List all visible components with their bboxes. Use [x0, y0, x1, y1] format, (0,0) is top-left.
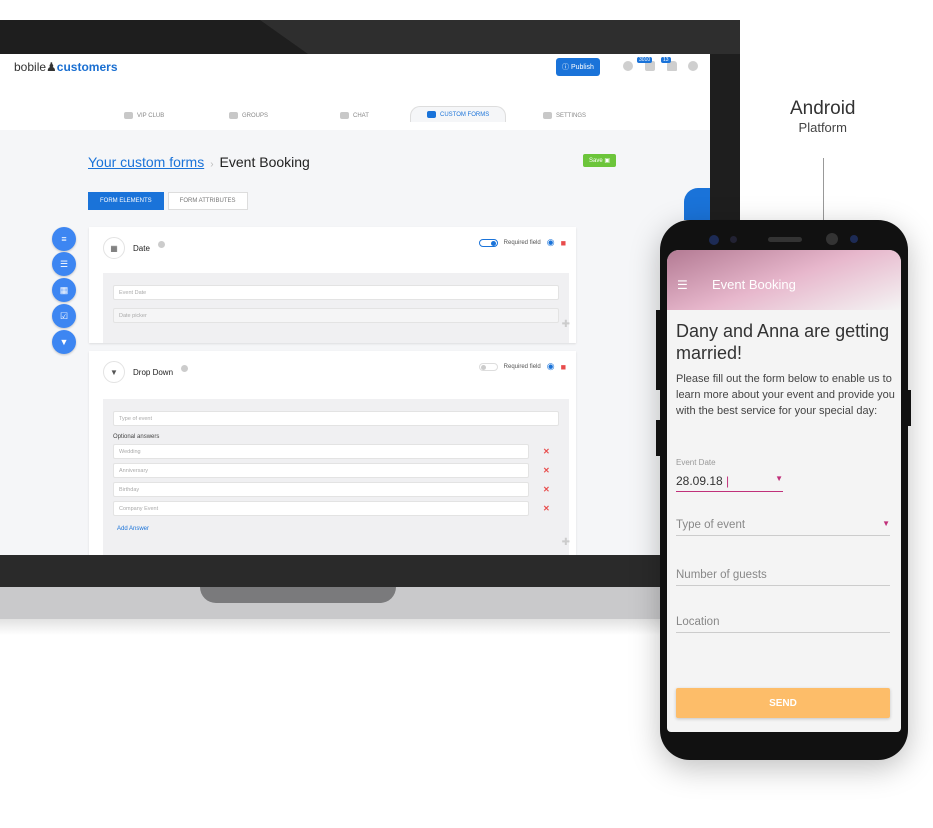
phone-front-camera — [826, 233, 838, 245]
page-title: Event Booking — [219, 154, 310, 170]
platform-label: Android Platform — [790, 98, 856, 135]
logo: bobile♟customers — [14, 60, 118, 74]
gears-icon[interactable] — [688, 61, 698, 71]
phone-screen: ☰ Event Booking Dany and Anna are gettin… — [667, 250, 901, 732]
form-card-dropdown: ▼ Drop Down Required field ◉ ■ Type of even… — [89, 351, 576, 555]
phone-camera — [709, 235, 719, 245]
paragraph-icon[interactable]: ☰ — [52, 252, 76, 276]
phone-button — [907, 390, 911, 426]
location-input[interactable]: Location — [676, 616, 890, 633]
tab-form-attributes[interactable]: FORM ATTRIBUTES — [167, 192, 248, 210]
phone-sensor — [730, 236, 737, 243]
badge: 3010 — [637, 57, 653, 63]
add-answer-link[interactable]: Add Answer — [117, 526, 555, 532]
remove-icon[interactable]: ✕ — [543, 466, 550, 475]
help-icon[interactable] — [623, 61, 633, 71]
help-icon[interactable] — [181, 364, 189, 372]
tab-vip-club[interactable]: VIP CLUB — [124, 112, 164, 119]
answer-input[interactable]: Company Event — [113, 501, 529, 516]
card-title: Drop Down — [133, 367, 174, 377]
menu-icon[interactable]: ☰ — [677, 278, 688, 292]
chat-icon — [340, 112, 349, 119]
phone-button — [656, 310, 660, 390]
move-icon[interactable]: ✚ — [562, 319, 570, 330]
tab-settings[interactable]: SETTINGS — [543, 112, 586, 119]
form-tabs: FORM ELEMENTS FORM ATTRIBUTES — [88, 192, 248, 210]
trash-icon[interactable]: ■ — [561, 238, 566, 248]
platform-sub: Platform — [798, 120, 847, 135]
publish-button[interactable]: ⓘ Publish — [556, 58, 600, 76]
app-title: Event Booking — [712, 277, 796, 292]
screen-decoration — [684, 188, 710, 220]
answer-row: Wedding ✕ — [113, 444, 559, 459]
breadcrumb-separator: › — [210, 159, 214, 170]
breadcrumb: Your custom forms › Event Booking — [88, 154, 310, 170]
dropdown-arrow-icon: ▼ — [882, 519, 890, 528]
laptop-bezel-shade — [260, 20, 740, 54]
tab-custom-forms[interactable]: CUSTOM FORMS — [410, 106, 507, 122]
answer-input[interactable]: Anniversary — [113, 463, 529, 478]
group-icon — [229, 112, 238, 119]
number-of-guests-input[interactable]: Number of guests — [676, 569, 890, 586]
badge: 13 — [661, 57, 671, 63]
help-icon[interactable] — [157, 240, 165, 248]
checkbox-icon[interactable]: ☑ — [52, 304, 76, 328]
eye-icon[interactable]: ◉ — [547, 237, 555, 248]
tab-form-elements[interactable]: FORM ELEMENTS — [88, 192, 164, 210]
laptop-base — [0, 555, 740, 587]
save-button[interactable]: Save ▣ — [583, 154, 617, 167]
send-button[interactable]: SEND — [676, 688, 890, 718]
laptop-notch — [200, 587, 396, 603]
remove-icon[interactable]: ✕ — [543, 485, 550, 494]
dropdown-arrow-icon: ▼ — [775, 474, 783, 483]
type-of-event-select[interactable]: Type of event ▼ — [676, 519, 890, 536]
form-icon — [427, 111, 436, 118]
tab-groups[interactable]: GROUPS — [229, 112, 268, 119]
connector-line — [823, 158, 824, 220]
dropdown-icon[interactable]: ▼ — [52, 330, 76, 354]
answer-input[interactable]: Wedding — [113, 444, 529, 459]
answer-row: Birthday ✕ — [113, 482, 559, 497]
calendar-icon: ▦ — [103, 237, 125, 259]
phone-sensor — [850, 235, 858, 243]
heading: Dany and Anna are getting married! — [676, 321, 890, 363]
calendar-icon[interactable]: ▦ — [52, 278, 76, 302]
user-icon — [124, 112, 133, 119]
event-date-field[interactable]: Event Date — [113, 285, 559, 300]
platform-name: Android — [790, 98, 856, 119]
card-title: Date — [133, 243, 150, 253]
breadcrumb-link[interactable]: Your custom forms — [88, 154, 204, 170]
tab-chat[interactable]: CHAT — [340, 112, 369, 119]
event-date-label: Event Date — [676, 458, 716, 467]
date-picker-field[interactable]: Date picker — [113, 308, 559, 323]
required-toggle[interactable] — [478, 238, 498, 247]
optional-answers-label: Optional answers — [113, 434, 160, 440]
nav-tabs: VIP CLUB GROUPS CHAT CUSTOM FORMS SETTIN… — [0, 106, 710, 130]
eye-icon[interactable]: ◉ — [547, 361, 555, 372]
required-label: Required field — [503, 363, 541, 370]
text-icon[interactable]: ≡ — [52, 227, 76, 251]
form-card-date: ▦ Date Required field ◉ ■ Event Date Date p… — [89, 227, 576, 343]
laptop-shadow — [0, 619, 700, 635]
phone-speaker — [768, 237, 802, 242]
required-toggle[interactable] — [478, 362, 498, 371]
dropdown-icon: ▼ — [103, 361, 125, 383]
trash-icon[interactable]: ■ — [561, 362, 566, 372]
answer-input[interactable]: Birthday — [113, 482, 529, 497]
laptop-screen: bobile♟customers ⓘ Publish 3010 13 VIP C… — [0, 54, 710, 555]
required-label: Required field — [503, 239, 541, 246]
top-bar: bobile♟customers ⓘ Publish 3010 13 VIP C… — [0, 54, 710, 130]
description: Please fill out the form below to enable… — [676, 373, 895, 417]
gears-icon — [543, 112, 552, 119]
type-of-event-field[interactable]: Type of event — [113, 411, 559, 426]
event-date-input[interactable]: 28.09.18 | ▼ — [676, 474, 783, 492]
move-icon[interactable]: ✚ — [562, 537, 570, 548]
answer-row: Anniversary ✕ — [113, 463, 559, 478]
remove-icon[interactable]: ✕ — [543, 447, 550, 456]
phone-button — [656, 420, 660, 456]
remove-icon[interactable]: ✕ — [543, 504, 550, 513]
answer-row: Company Event ✕ — [113, 501, 559, 516]
